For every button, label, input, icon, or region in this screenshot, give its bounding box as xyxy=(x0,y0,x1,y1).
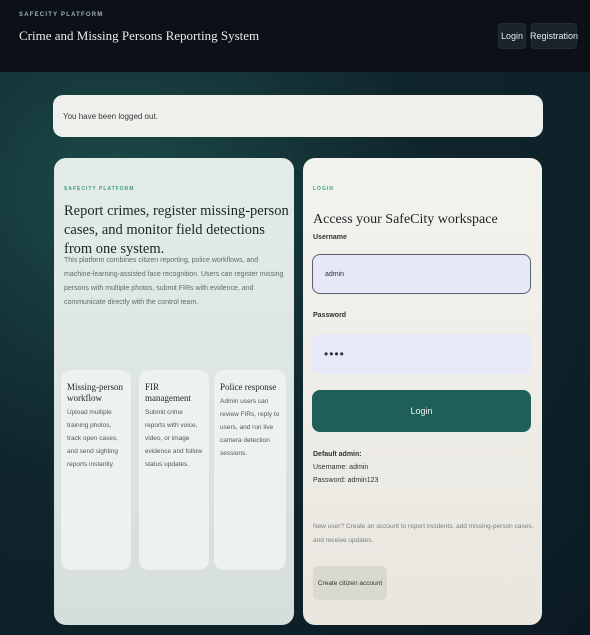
feature-text: Admin users can review FIRs, reply to us… xyxy=(220,398,280,457)
username-input[interactable]: admin xyxy=(312,254,531,294)
nav-register-button[interactable]: Registration xyxy=(530,23,578,49)
login-eyebrow: LOGIN xyxy=(313,186,334,192)
create-account-button[interactable]: Create citizen account xyxy=(313,566,387,600)
hero-eyebrow: SAFECITY PLATFORM xyxy=(64,186,135,192)
nav-login-button[interactable]: Login xyxy=(498,23,526,49)
default-username: Username: admin xyxy=(313,464,369,471)
app-title[interactable]: Crime and Missing Persons Reporting Syst… xyxy=(19,28,259,44)
password-input[interactable]: •••• xyxy=(312,334,531,374)
feature-card-fir: FIR management Submit crime reports with… xyxy=(139,370,209,570)
default-credentials-title: Default admin: xyxy=(313,451,362,458)
login-title: Access your SafeCity workspace xyxy=(313,212,498,227)
feature-card-missing-person: Missing-person workflow Upload multiple … xyxy=(61,370,131,570)
hero-description: This platform combines citizen reporting… xyxy=(64,257,284,306)
signup-note: New user? Create an account to report in… xyxy=(313,523,534,544)
feature-title: Missing-person workflow xyxy=(67,382,123,403)
top-navbar: SAFECITY PLATFORM Crime and Missing Pers… xyxy=(0,0,590,72)
brand-eyebrow: SAFECITY PLATFORM xyxy=(19,12,104,18)
feature-text: Submit crime reports with voice, video, … xyxy=(145,409,203,468)
hero-panel: SAFECITY PLATFORM Report crimes, registe… xyxy=(54,158,294,625)
default-password: Password: admin123 xyxy=(313,477,379,484)
login-submit-button[interactable]: Login xyxy=(312,390,531,432)
login-panel: LOGIN Access your SafeCity workspace Use… xyxy=(303,158,542,625)
username-label: Username xyxy=(313,234,347,241)
feature-text: Upload multiple training photos, track o… xyxy=(67,409,118,468)
logout-alert: You have been logged out. xyxy=(53,95,543,137)
feature-title: Police response xyxy=(220,382,277,392)
password-label: Password xyxy=(313,312,347,319)
feature-card-police: Police response Admin users can review F… xyxy=(214,370,286,570)
default-credentials: Default admin: Username: admin Password:… xyxy=(313,448,378,487)
feature-title: FIR management xyxy=(145,382,191,403)
hero-title: Report crimes, register missing-person c… xyxy=(64,203,289,257)
